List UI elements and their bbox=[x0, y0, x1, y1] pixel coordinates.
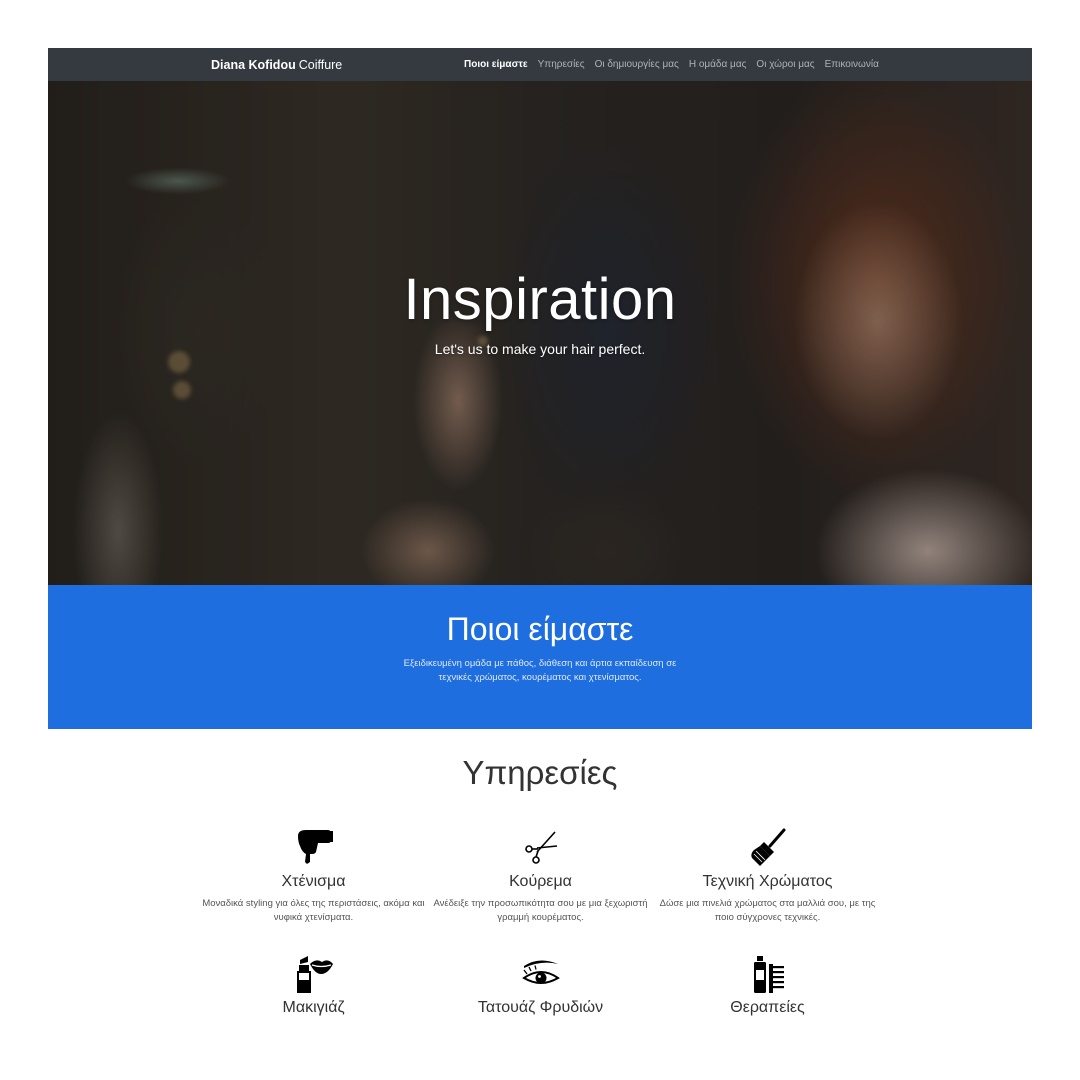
navbar: Diana Kofidou Coiffure Ποιοι είμαστε Υπη… bbox=[48, 48, 1032, 81]
hero-text: Inspiration Let's us to make your hair p… bbox=[48, 267, 1032, 358]
service-description: Ανέδειξε την προσωπικότητα σου με μια ξε… bbox=[433, 898, 648, 923]
service-name: Τατουάζ Φρυδιών bbox=[477, 999, 604, 1016]
hair-dryer-icon bbox=[297, 830, 333, 864]
hair-products-icon bbox=[753, 956, 784, 993]
about-text: Εξειδικευμένη ομάδα με πάθος, διάθεση κα… bbox=[403, 657, 677, 683]
hero-subtitle: Let's us to make your hair perfect. bbox=[434, 341, 646, 357]
nav-link-services[interactable]: Υπηρεσίες bbox=[538, 59, 585, 70]
services-title: Υπηρεσίες bbox=[462, 754, 618, 791]
service-card-coloring: Τεχνική Χρώματος Δώσε μια πινελιά χρώματ… bbox=[654, 828, 881, 925]
nav-link-contact[interactable]: Επικοινωνία bbox=[825, 59, 879, 70]
service-card-styling: Χτένισμα Μοναδικά styling για όλες της π… bbox=[200, 828, 427, 925]
service-card-brow-tattoo: Τατουάζ Φρυδιών bbox=[427, 954, 654, 1017]
service-card-makeup: Μακιγιάζ bbox=[200, 954, 427, 1017]
brand-link[interactable]: Diana Kofidou Coiffure bbox=[211, 48, 342, 81]
brand-name: Diana Kofidou bbox=[211, 57, 296, 72]
service-name: Θεραπείες bbox=[730, 999, 805, 1016]
service-card-haircut: Κούρεμα Ανέδειξε την προσωπικότητα σου μ… bbox=[427, 828, 654, 925]
nav-link-spaces[interactable]: Οι χώροι μας bbox=[756, 59, 814, 70]
about-section: Ποιοι είμαστε Εξειδικευμένη ομάδα με πάθ… bbox=[48, 585, 1032, 729]
nav-link-team[interactable]: Η ομάδα μας bbox=[689, 59, 747, 70]
nav-link-creations[interactable]: Οι δημιουργίες μας bbox=[595, 59, 679, 70]
hero-banner: Inspiration Let's us to make your hair p… bbox=[48, 81, 1032, 585]
service-name: Τεχνική Χρώματος bbox=[702, 873, 833, 890]
page: Diana Kofidou Coiffure Ποιοι είμαστε Υπη… bbox=[48, 48, 1032, 729]
eyebrow-icon bbox=[521, 960, 560, 984]
dye-brush-icon bbox=[750, 828, 785, 866]
hero-title: Inspiration bbox=[403, 267, 677, 332]
lipstick-icon bbox=[296, 956, 333, 993]
scissors-icon bbox=[524, 831, 557, 864]
service-name: Χτένισμα bbox=[281, 873, 346, 890]
service-description: Δώσε μια πινελιά χρώματος στα μαλλιά σου… bbox=[659, 898, 876, 923]
about-title: Ποιοι είμαστε bbox=[446, 611, 634, 647]
service-name: Κούρεμα bbox=[509, 873, 572, 890]
service-name: Μακιγιάζ bbox=[282, 999, 345, 1016]
services-section: Υπηρεσίες Χτένισμα Μοναδικά styling για … bbox=[0, 754, 1080, 1016]
service-card-treatments: Θεραπείες bbox=[654, 954, 881, 1017]
brand-suffix: Coiffure bbox=[298, 57, 343, 72]
nav-link-about[interactable]: Ποιοι είμαστε bbox=[464, 59, 528, 70]
service-description: Μοναδικά styling για όλες της περιστάσει… bbox=[202, 898, 425, 923]
nav-menu: Ποιοι είμαστε Υπηρεσίες Οι δημιουργίες μ… bbox=[464, 48, 879, 81]
